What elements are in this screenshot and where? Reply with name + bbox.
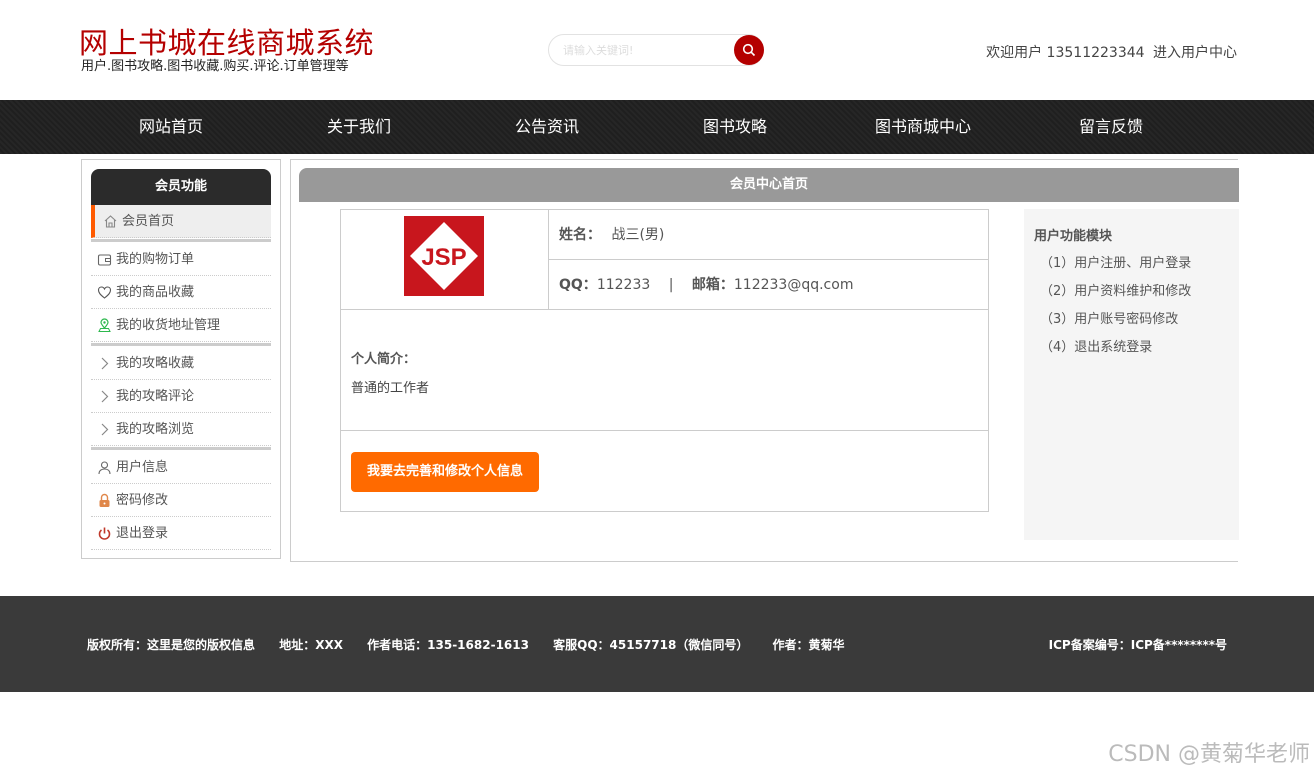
name-value: 战三(男) [611, 227, 665, 243]
nav-guides[interactable]: 图书攻略 [655, 100, 815, 154]
sidebar-item-member-home[interactable]: 会员首页 [91, 205, 271, 238]
avatar: JSP [404, 216, 484, 296]
intro-text: 普通的工作者 [351, 381, 430, 396]
sidebar-item-label: 我的购物订单 [116, 252, 195, 267]
qq-label: QQ： [559, 277, 597, 293]
intro-section: 个人简介： 普通的工作者 [341, 310, 988, 431]
footer-address: 地址：XXX [279, 638, 343, 652]
sidebar-item-label: 我的商品收藏 [116, 285, 195, 300]
welcome-text: 欢迎用户 13511223344 [986, 45, 1145, 61]
edit-profile-button[interactable]: 我要去完善和修改个人信息 [351, 452, 539, 492]
function-panel: 用户功能模块 （1）用户注册、用户登录 （2）用户资料维护和修改 （3）用户账号… [1024, 209, 1239, 540]
footer-copyright: 版权所有：这里是您的版权信息 [87, 638, 256, 652]
footer-phone: 作者电话：135-1682-1613 [367, 638, 529, 652]
footer-info: 版权所有：这里是您的版权信息 地址：XXX 作者电话：135-1682-1613… [87, 636, 865, 653]
sidebar-item-logout[interactable]: 退出登录 [91, 517, 271, 550]
sidebar-item-label: 用户信息 [116, 460, 169, 475]
function-item: （2）用户资料维护和修改 [1040, 284, 1192, 299]
sidebar-item-label: 我的攻略浏览 [116, 422, 195, 437]
search-button[interactable] [734, 35, 764, 65]
nav-about[interactable]: 关于我们 [279, 100, 439, 154]
email-value: 112233@qq.com [733, 277, 854, 293]
sidebar-item-favorites[interactable]: 我的商品收藏 [91, 276, 271, 309]
function-item: （4）退出系统登录 [1040, 340, 1153, 355]
sidebar-item-guide-comments[interactable]: 我的攻略评论 [91, 380, 271, 413]
sidebar-title: 会员功能 [91, 169, 271, 205]
member-main: 会员中心首页 JSP 姓名： 战三(男) QQ：112233 | 邮箱：1122… [290, 159, 1239, 562]
avatar-text: JSP [421, 244, 466, 271]
avatar-cell: JSP [341, 210, 549, 310]
footer-icp[interactable]: ICP备案编号：ICP备********号 [1049, 636, 1227, 653]
name-label: 姓名： [559, 227, 601, 243]
nav-home[interactable]: 网站首页 [91, 100, 251, 154]
sidebar-item-label: 我的攻略评论 [116, 389, 195, 404]
sidebar-item-guide-favorites[interactable]: 我的攻略收藏 [91, 347, 271, 380]
search-icon [742, 43, 756, 57]
sidebar-item-label: 密码修改 [116, 493, 169, 508]
contact-separator: | [668, 277, 674, 293]
sidebar-divider [91, 239, 271, 242]
profile-card: JSP 姓名： 战三(男) QQ：112233 | 邮箱：112233@qq.c… [340, 209, 989, 512]
sidebar-item-password[interactable]: 密码修改 [91, 484, 271, 517]
nav-feedback[interactable]: 留言反馈 [1031, 100, 1191, 154]
sidebar-item-user-info[interactable]: 用户信息 [91, 451, 271, 484]
nav-mall[interactable]: 图书商城中心 [843, 100, 1003, 154]
footer-qq: 客服QQ：45157718（微信同号） [553, 638, 749, 652]
jsp-logo-icon: JSP [404, 216, 484, 296]
sidebar-item-label: 会员首页 [122, 214, 175, 229]
chevron-right-icon [101, 390, 109, 403]
member-sidebar: 会员功能 会员首页 我的购物订单 我的商品收藏 我的收货地址管理 我的攻略收藏 … [81, 159, 281, 559]
qq-value: 112233 [596, 277, 651, 293]
nav-news[interactable]: 公告资讯 [467, 100, 627, 154]
chevron-right-icon [101, 357, 109, 370]
user-center-link[interactable]: 进入用户中心 [1153, 45, 1237, 61]
sidebar-item-orders[interactable]: 我的购物订单 [91, 243, 271, 276]
power-icon [98, 527, 111, 540]
contact-row: QQ：112233 | 邮箱：112233@qq.com [549, 260, 988, 310]
email-label: 邮箱： [691, 277, 734, 293]
heart-icon [97, 286, 112, 299]
location-icon [98, 318, 111, 332]
site-footer: 版权所有：这里是您的版权信息 地址：XXX 作者电话：135-1682-1613… [0, 596, 1314, 692]
main-title: 会员中心首页 [299, 168, 1239, 202]
name-row: 姓名： 战三(男) [549, 210, 988, 260]
wallet-icon [97, 254, 112, 266]
site-subtitle: 用户.图书攻略.图书收藏.购买.评论.订单管理等 [81, 59, 349, 74]
footer-author: 作者：黄菊华 [772, 638, 845, 652]
function-title: 用户功能模块 [1034, 229, 1113, 244]
search-input[interactable] [561, 41, 731, 59]
watermark: CSDN @黄菊华老师 [1108, 742, 1310, 767]
lock-icon [99, 493, 110, 507]
welcome-area: 欢迎用户 13511223344 进入用户中心 [982, 42, 1237, 62]
chevron-right-icon [101, 423, 109, 436]
function-item: （3）用户账号密码修改 [1040, 312, 1179, 327]
intro-label: 个人简介： [351, 352, 417, 367]
sidebar-divider [91, 343, 271, 346]
search-box [548, 34, 764, 66]
main-nav: 网站首页 关于我们 公告资讯 图书攻略 图书商城中心 留言反馈 [0, 100, 1314, 154]
home-icon [104, 215, 117, 228]
sidebar-divider [91, 447, 271, 450]
sidebar-item-label: 退出登录 [116, 526, 169, 541]
function-item: （1）用户注册、用户登录 [1040, 256, 1192, 271]
sidebar-item-label: 我的收货地址管理 [116, 318, 221, 333]
sidebar-item-guide-history[interactable]: 我的攻略浏览 [91, 413, 271, 446]
sidebar-item-address[interactable]: 我的收货地址管理 [91, 309, 271, 342]
sidebar-item-label: 我的攻略收藏 [116, 356, 195, 371]
user-icon [98, 461, 111, 475]
